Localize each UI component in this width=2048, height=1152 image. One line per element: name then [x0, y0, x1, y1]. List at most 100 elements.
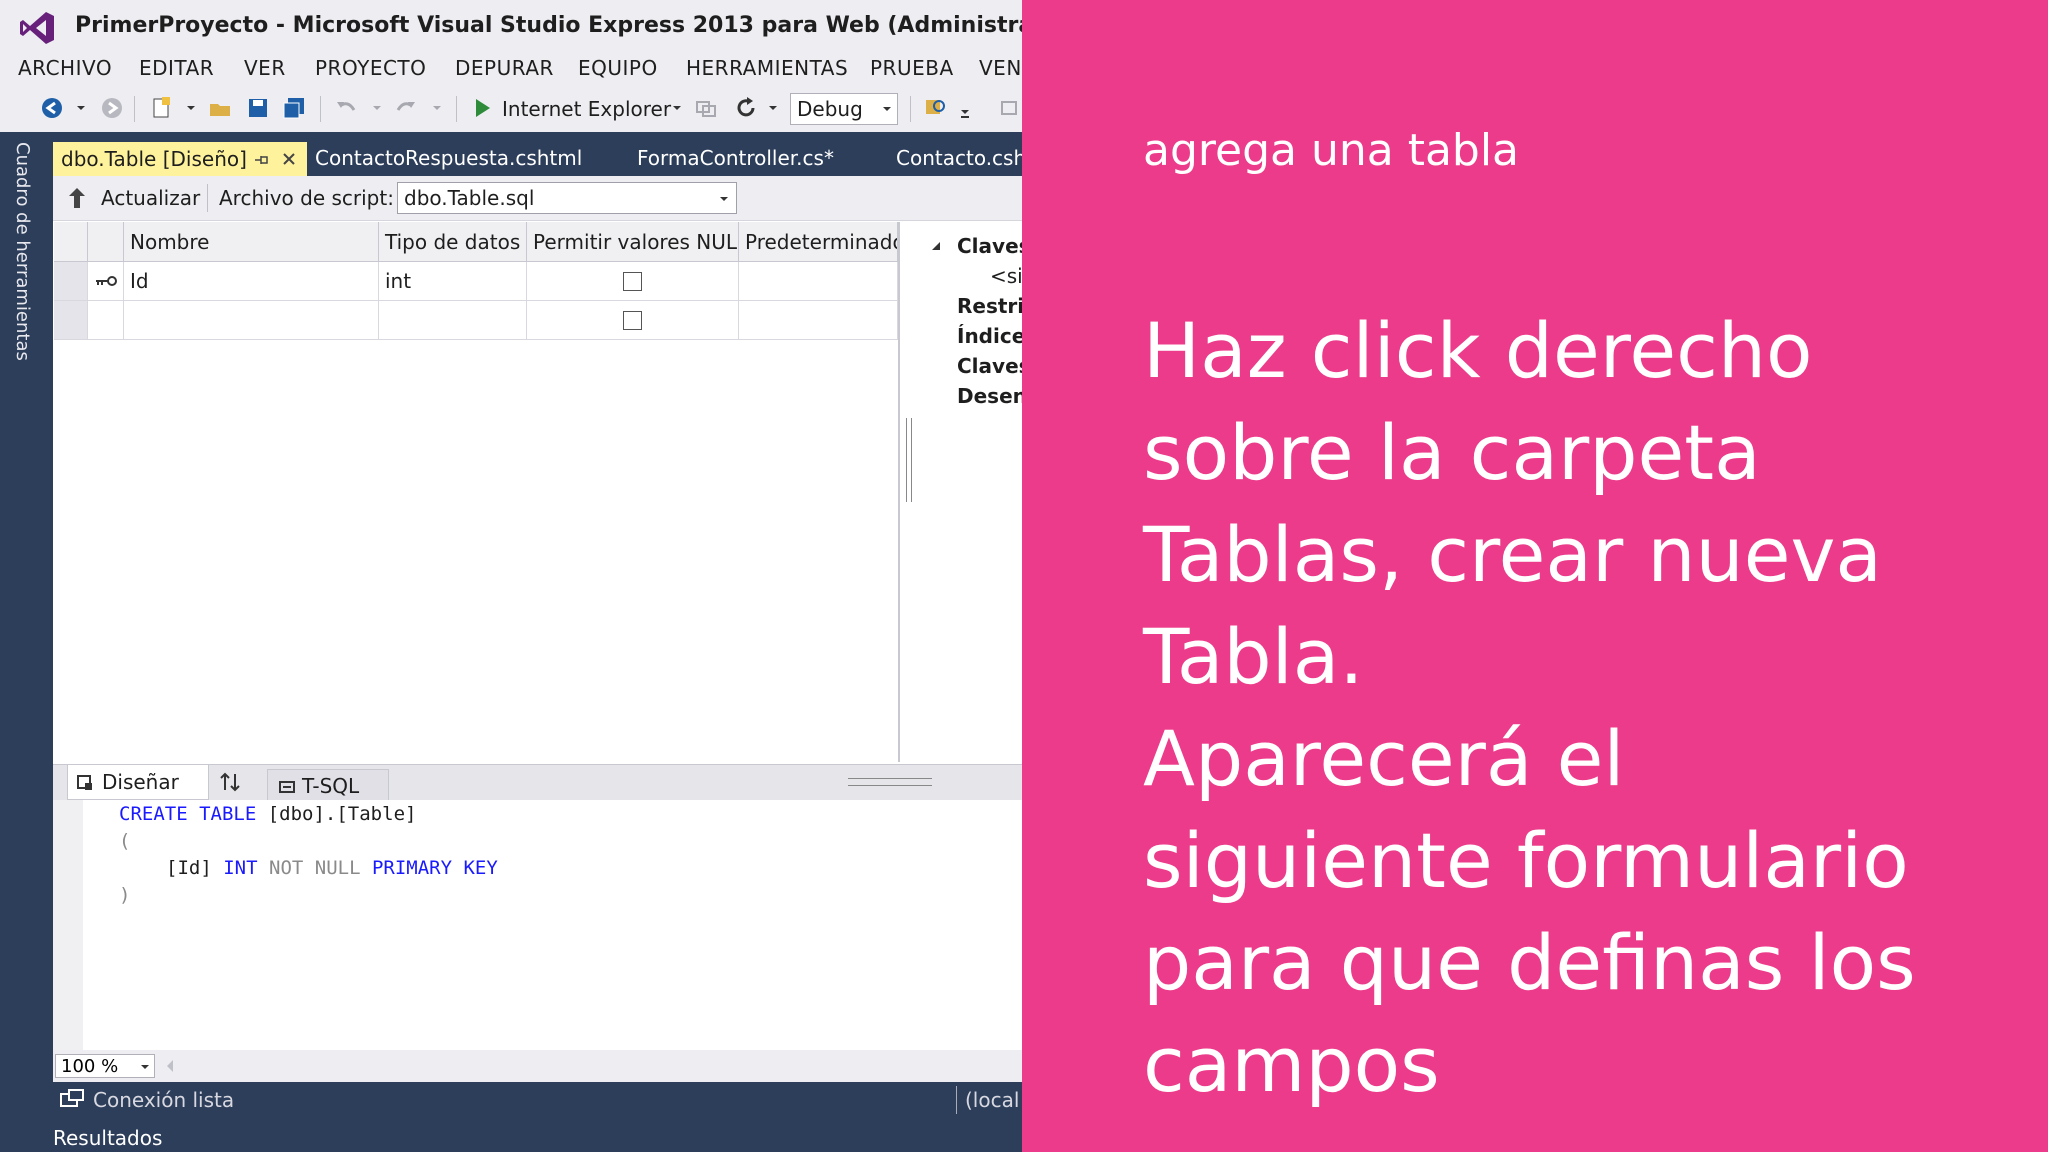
visual-studio-logo-icon	[20, 12, 54, 44]
cell-tipo-datos[interactable]: int	[379, 262, 527, 301]
find-icon[interactable]	[924, 96, 948, 120]
script-bar: Actualizar Archivo de script: dbo.Table.…	[53, 176, 1022, 221]
tab-label: dbo.Table [Diseño]	[61, 147, 247, 171]
cell-predeterminado[interactable]	[739, 301, 898, 340]
zoom-value: 100 %	[61, 1056, 119, 1077]
chevron-down-icon[interactable]	[670, 96, 684, 120]
slide-line: campos	[1143, 1020, 1440, 1109]
indexes-heading[interactable]: Índice	[957, 324, 1022, 348]
tab-design-label: Diseñar	[102, 770, 179, 794]
menu-proyecto[interactable]: PROYECTO	[315, 56, 426, 80]
open-file-icon[interactable]	[208, 96, 232, 120]
menu-equipo[interactable]: EQUIPO	[578, 56, 658, 80]
slide-line: sobre la carpeta	[1143, 408, 1761, 497]
collapse-icon[interactable]	[930, 240, 942, 252]
forward-icon[interactable]	[100, 96, 124, 120]
chevron-down-icon[interactable]	[370, 96, 384, 120]
tsql-editor[interactable]: CREATE TABLE [dbo].[Table] ( [Id] INT NO…	[53, 800, 1022, 1050]
keys-heading[interactable]: Claves	[957, 234, 1022, 258]
tsql-icon	[279, 781, 295, 793]
script-file-value: dbo.Table.sql	[404, 186, 535, 210]
slide-line: para que definas los	[1143, 918, 1916, 1007]
menu-archivo[interactable]: ARCHIVO	[18, 56, 112, 80]
pin-icon[interactable]	[253, 152, 269, 168]
toolbar-more-icon[interactable]	[998, 96, 1022, 120]
chevron-down-icon	[883, 107, 891, 111]
cell-nombre[interactable]	[124, 301, 379, 340]
browser-selector[interactable]: Internet Explorer	[502, 97, 671, 121]
start-debugging-icon[interactable]	[470, 96, 494, 120]
column-header-predeterminado[interactable]: Predeterminado	[739, 222, 898, 262]
zoom-bar: 100 %	[53, 1050, 1022, 1082]
zoom-dropdown[interactable]: 100 %	[55, 1054, 155, 1078]
cell-predeterminado[interactable]	[739, 262, 898, 301]
tab-contacto[interactable]: Contacto.csht	[896, 140, 1022, 176]
triggers-heading[interactable]: Desen	[957, 384, 1022, 408]
menu-ver[interactable]: VER	[244, 56, 286, 80]
primary-key-icon	[96, 276, 117, 286]
close-icon[interactable]	[281, 151, 297, 167]
tab-dbo-table-design[interactable]: dbo.Table [Diseño]	[53, 142, 307, 176]
columns-grid: Nombre Tipo de datos Permitir valores NU…	[54, 222, 900, 762]
allow-null-checkbox[interactable]	[623, 272, 642, 291]
row-selector[interactable]	[54, 262, 88, 301]
menu-herramientas[interactable]: HERRAMIENTAS	[686, 56, 848, 80]
chevron-down-icon[interactable]	[74, 96, 88, 120]
keys-panel: Claves <si Restri Índice Claves Desen	[900, 222, 1022, 762]
new-project-icon[interactable]	[150, 96, 174, 120]
code-keyword: NOT NULL	[269, 857, 361, 879]
menu-depurar[interactable]: DEPURAR	[455, 56, 554, 80]
scroll-left-icon[interactable]	[165, 1059, 175, 1073]
cell-permitir-null[interactable]	[527, 262, 739, 301]
code-line: )	[119, 884, 131, 906]
results-strip: Resultados	[0, 1118, 1022, 1152]
chevron-down-icon[interactable]	[766, 96, 780, 120]
update-button[interactable]: Actualizar	[101, 186, 200, 210]
update-icon[interactable]	[67, 186, 87, 210]
column-header-nombre[interactable]: Nombre	[124, 222, 379, 262]
visual-studio-window: PrimerProyecto - Microsoft Visual Studio…	[0, 0, 1022, 1152]
cell-nombre[interactable]: Id	[124, 262, 379, 301]
connection-icon	[60, 1089, 84, 1107]
save-all-icon[interactable]	[282, 96, 306, 120]
grid-corner[interactable]	[54, 222, 88, 262]
results-tab[interactable]: Resultados	[53, 1126, 162, 1150]
code-line: CREATE TABLE [dbo].[Table]	[119, 803, 416, 825]
save-icon[interactable]	[246, 96, 270, 120]
tab-formacontroller[interactable]: FormaController.cs*	[637, 140, 834, 176]
undo-icon[interactable]	[334, 96, 358, 120]
column-header-tipo-datos[interactable]: Tipo de datos	[379, 222, 527, 262]
toolbar-overflow-icon[interactable]	[958, 96, 972, 120]
cell-tipo-datos[interactable]	[379, 301, 527, 340]
allow-null-checkbox[interactable]	[623, 311, 642, 330]
table-row	[88, 262, 124, 301]
menu-prueba[interactable]: PRUEBA	[870, 56, 954, 80]
script-file-dropdown[interactable]: dbo.Table.sql	[397, 182, 737, 214]
chevron-down-icon[interactable]	[184, 96, 198, 120]
row-selector[interactable]	[54, 301, 88, 340]
code-keyword: INT	[223, 857, 258, 879]
redo-icon[interactable]	[394, 96, 418, 120]
foreign-keys-heading[interactable]: Claves	[957, 354, 1022, 378]
tab-tsql-view[interactable]: T-SQL	[267, 769, 389, 803]
tab-design-view[interactable]: Diseñar	[67, 765, 209, 800]
toolbox-tab[interactable]: Cuadro de herramientas	[12, 142, 33, 361]
slide-subtitle: agrega una tabla	[1143, 125, 1520, 176]
splitter-grip[interactable]	[848, 778, 932, 786]
chevron-down-icon[interactable]	[430, 96, 444, 120]
browser-link-icon[interactable]	[694, 96, 718, 120]
swap-panes-icon[interactable]	[219, 771, 241, 793]
configuration-dropdown[interactable]: Debug	[790, 93, 898, 125]
slide-body: Haz click derecho sobre la carpeta Tabla…	[1143, 300, 2003, 1116]
pane-splitter[interactable]	[906, 418, 912, 502]
tab-contactorespuesta[interactable]: ContactoRespuesta.cshtml	[315, 140, 582, 176]
code-identifier: [dbo].[Table]	[267, 803, 417, 825]
menu-ventana[interactable]: VEN	[979, 56, 1022, 80]
back-icon[interactable]	[40, 96, 64, 120]
constraints-heading[interactable]: Restri	[957, 294, 1022, 318]
column-header-permitir-null[interactable]: Permitir valores NULL	[527, 222, 739, 262]
refresh-icon[interactable]	[734, 96, 758, 120]
menu-editar[interactable]: EDITAR	[139, 56, 214, 80]
keys-none-item: <si	[990, 264, 1022, 288]
cell-permitir-null[interactable]	[527, 301, 739, 340]
